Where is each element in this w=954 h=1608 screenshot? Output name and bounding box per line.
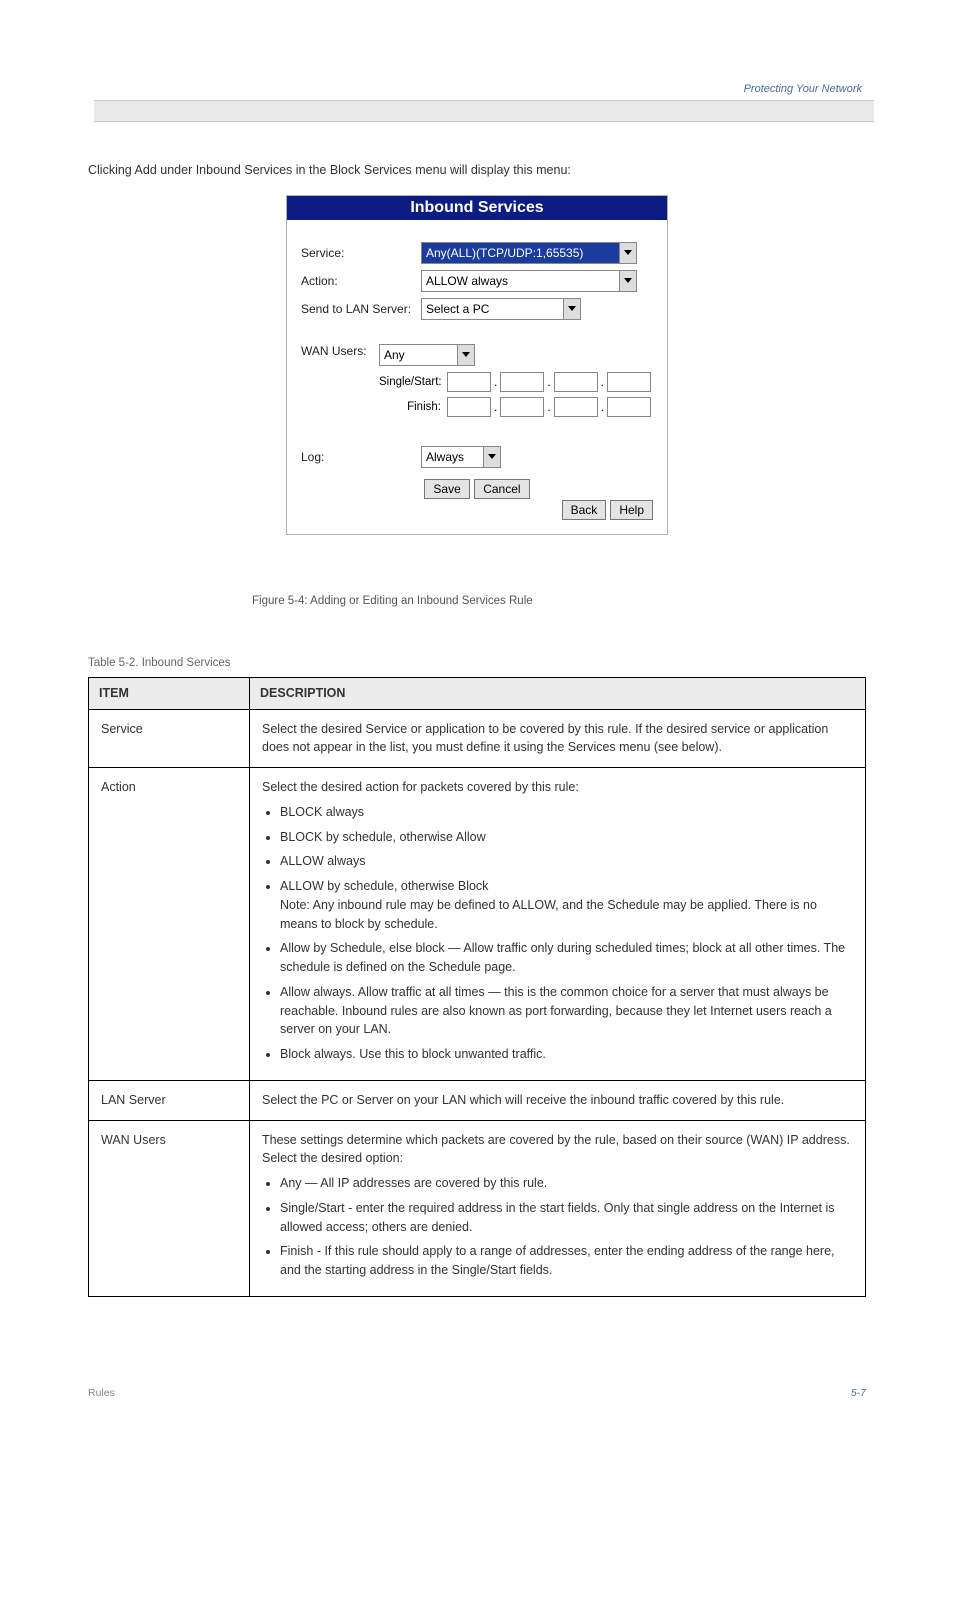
page-footer: Rules 5-7 — [88, 1387, 866, 1399]
wan-users-select[interactable]: Any — [379, 344, 475, 366]
log-select-value: Always — [426, 450, 464, 464]
table-header-desc: DESCRIPTION — [250, 677, 866, 709]
table-cell-desc: Select the PC or Server on your LAN whic… — [250, 1080, 866, 1120]
chevron-down-icon — [563, 299, 580, 319]
finish-label: Finish: — [379, 401, 441, 413]
list-item: Finish - If this rule should apply to a … — [280, 1242, 853, 1280]
table-cell-item: WAN Users — [89, 1120, 250, 1296]
list-item: Any — All IP addresses are covered by th… — [280, 1174, 853, 1193]
table-cell-desc: Select the desired Service or applicatio… — [250, 709, 866, 768]
log-label: Log: — [301, 450, 421, 464]
table-row: WAN Users These settings determine which… — [89, 1120, 866, 1296]
list-item: ALLOW by schedule, otherwise Block Note:… — [280, 877, 853, 933]
service-select[interactable]: Any(ALL)(TCP/UDP:1,65535) — [421, 242, 637, 264]
wan-users-label: WAN Users: — [301, 344, 379, 358]
footer-left: Rules — [88, 1387, 115, 1399]
cancel-button[interactable]: Cancel — [474, 479, 529, 499]
list-item: Single/Start - enter the required addres… — [280, 1199, 853, 1237]
action-select[interactable]: ALLOW always — [421, 270, 637, 292]
ip-start-octet-4[interactable] — [607, 372, 651, 392]
single-start-label: Single/Start: — [379, 376, 441, 388]
ip-start-octet-1[interactable] — [447, 372, 491, 392]
action-select-value: ALLOW always — [426, 274, 508, 288]
intro-paragraph: Clicking Add under Inbound Services in t… — [88, 162, 866, 179]
ip-start-octet-2[interactable] — [500, 372, 544, 392]
help-button[interactable]: Help — [610, 500, 653, 520]
table-row: LAN Server Select the PC or Server on yo… — [89, 1080, 866, 1120]
chevron-down-icon — [619, 243, 636, 263]
table-row: Action Select the desired action for pac… — [89, 768, 866, 1081]
ip-finish-octet-3[interactable] — [554, 397, 598, 417]
log-select[interactable]: Always — [421, 446, 501, 468]
ip-finish-octet-4[interactable] — [607, 397, 651, 417]
ip-finish-octet-1[interactable] — [447, 397, 491, 417]
list-item: Allow by Schedule, else block — Allow tr… — [280, 939, 853, 977]
inbound-services-table: ITEM DESCRIPTION Service Select the desi… — [88, 677, 866, 1297]
table-cell-item: Action — [89, 768, 250, 1081]
ip-finish-octet-2[interactable] — [500, 397, 544, 417]
back-button[interactable]: Back — [562, 500, 607, 520]
service-select-value: Any(ALL)(TCP/UDP:1,65535) — [426, 246, 583, 260]
table-row: Service Select the desired Service or ap… — [89, 709, 866, 768]
figure-caption: Figure 5-4: Adding or Editing an Inbound… — [252, 595, 954, 607]
save-button[interactable]: Save — [424, 479, 469, 499]
wan-desc-lead: These settings determine which packets a… — [262, 1133, 850, 1166]
list-item: Block always. Use this to block unwanted… — [280, 1045, 853, 1064]
list-item: BLOCK always — [280, 803, 853, 822]
panel-title: Inbound Services — [287, 196, 667, 220]
chevron-down-icon — [483, 447, 500, 467]
inbound-services-panel: Inbound Services Service: Any(ALL)(TCP/U… — [286, 195, 668, 535]
list-item: ALLOW always — [280, 852, 853, 871]
list-item: BLOCK by schedule, otherwise Allow — [280, 828, 853, 847]
list-item: Allow always. Allow traffic at all times… — [280, 983, 853, 1039]
footer-right: 5-7 — [851, 1387, 866, 1399]
ip-start-octet-3[interactable] — [554, 372, 598, 392]
table-cell-item: LAN Server — [89, 1080, 250, 1120]
header-bar: Protecting Your Network — [94, 100, 874, 122]
action-label: Action: — [301, 274, 421, 288]
lan-server-label: Send to LAN Server: — [301, 302, 421, 316]
header-right-text: Protecting Your Network — [744, 83, 862, 95]
table-header-item: ITEM — [89, 677, 250, 709]
chevron-down-icon — [457, 345, 474, 365]
chevron-down-icon — [619, 271, 636, 291]
action-desc-lead: Select the desired action for packets co… — [262, 780, 579, 794]
table-caption: Table 5-2. Inbound Services — [88, 657, 866, 669]
service-label: Service: — [301, 246, 421, 260]
lan-server-select[interactable]: Select a PC — [421, 298, 581, 320]
table-cell-desc: Select the desired action for packets co… — [250, 768, 866, 1081]
lan-server-select-value: Select a PC — [426, 302, 489, 316]
table-cell-desc: These settings determine which packets a… — [250, 1120, 866, 1296]
wan-users-select-value: Any — [384, 348, 405, 362]
table-cell-item: Service — [89, 709, 250, 768]
